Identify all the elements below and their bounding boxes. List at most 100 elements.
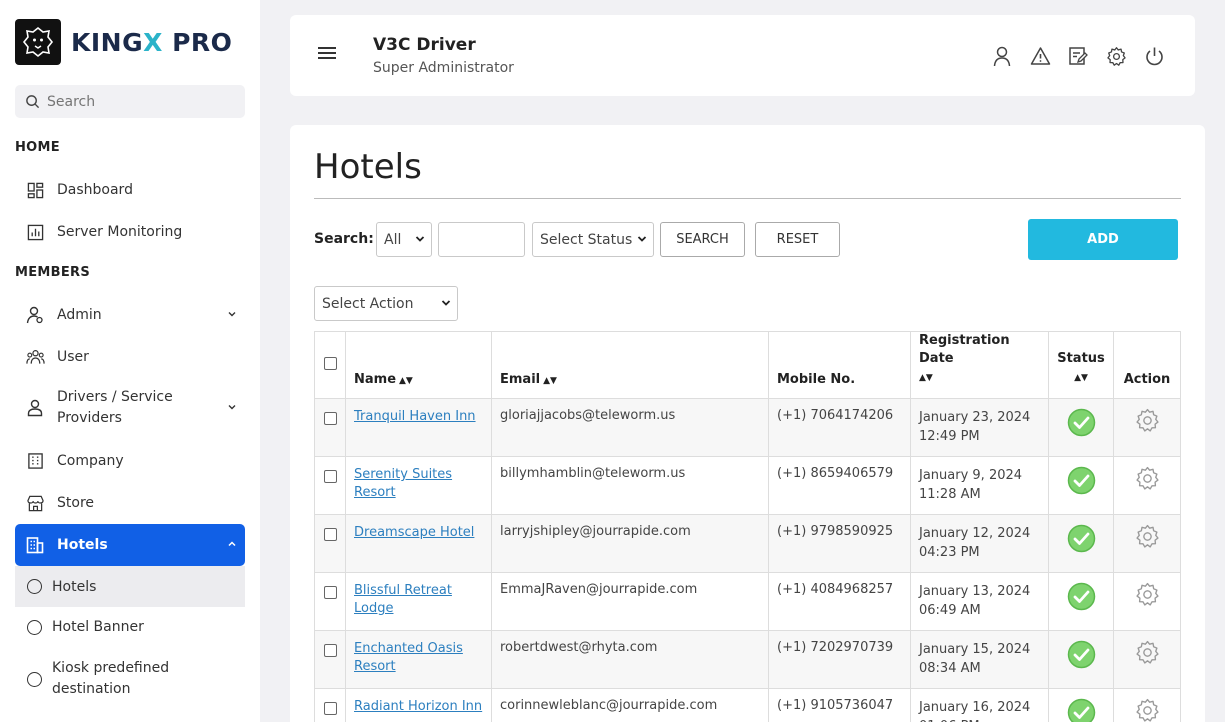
status-cell (1048, 572, 1114, 631)
sidebar-search[interactable] (15, 85, 245, 118)
select-all-cell (314, 331, 346, 399)
row-checkbox[interactable] (323, 586, 337, 599)
table-header-row: Name ▲▼ Email ▲▼ Mobile No. Registration D… (314, 331, 1181, 399)
hotel-name-link[interactable]: Tranquil Haven Inn (354, 409, 476, 424)
store-icon (25, 493, 45, 513)
reg-time: 08:34 AM (919, 661, 981, 676)
row-select-cell (314, 688, 346, 722)
sidebar-item-dashboard[interactable]: Dashboard (15, 175, 245, 205)
divider (314, 198, 1181, 199)
status-active-icon[interactable] (1067, 640, 1096, 669)
driver-user-icon (25, 398, 45, 418)
sort-icon: ▲▼ (919, 373, 933, 383)
gear-icon[interactable] (1135, 408, 1160, 433)
dashboard-icon (25, 180, 45, 200)
chevron-down-icon (441, 296, 451, 312)
email-cell: robertdwest@rhyta.com (491, 630, 769, 689)
sort-icon: ▲▼ (543, 376, 557, 386)
reset-button[interactable]: RESET (755, 222, 840, 257)
building-icon (25, 451, 45, 471)
row-checkbox[interactable] (323, 702, 337, 715)
power-icon[interactable] (1143, 45, 1165, 67)
sidebar-item-company[interactable]: Company (15, 446, 245, 476)
row-select-cell (314, 398, 346, 457)
col-label: Action (1123, 372, 1171, 387)
gear-icon[interactable] (1135, 582, 1160, 607)
search-field-select[interactable]: All (376, 222, 432, 257)
sidebar-item-label: Store (57, 495, 95, 511)
sidebar-item-server-monitoring[interactable]: Server Monitoring (15, 217, 245, 247)
sidebar-item-drivers[interactable]: Drivers / Service Providers (15, 384, 245, 432)
menu-icon[interactable] (318, 47, 336, 62)
mobile-cell: (+1) 8659406579 (768, 456, 911, 515)
sidebar-item-admin[interactable]: Admin (15, 300, 245, 330)
edit-note-icon[interactable] (1067, 45, 1089, 67)
bulk-action-select[interactable]: Select Action (314, 286, 458, 321)
status-active-icon[interactable] (1067, 582, 1096, 611)
email-cell: corinnewleblanc@jourrapide.com (491, 688, 769, 722)
select-all-checkbox[interactable] (323, 356, 337, 370)
action-cell (1113, 688, 1181, 722)
status-cell (1048, 514, 1114, 573)
sidebar-item-hotels[interactable]: Hotels (15, 524, 245, 566)
sidebar-item-label: Drivers / Service Providers (57, 389, 173, 426)
select-value: Select Status (540, 231, 633, 248)
profile-icon[interactable] (991, 45, 1013, 67)
name-cell: Enchanted Oasis Resort (345, 630, 492, 689)
col-registration-date[interactable]: Registration Date ▲▼ (910, 331, 1049, 399)
header-actions (975, 45, 1165, 67)
chevron-down-icon (415, 232, 425, 248)
email-cell: larryjshipley@jourrapide.com (491, 514, 769, 573)
row-checkbox[interactable] (323, 470, 337, 483)
chevron-down-icon (637, 232, 647, 248)
section-members: MEMBERS (15, 265, 91, 280)
sidebar-item-label: User (57, 349, 89, 365)
registration-date-cell: January 13, 2024 06:49 AM (910, 572, 1049, 631)
hotel-name-link[interactable]: Dreamscape Hotel (354, 525, 474, 540)
row-checkbox[interactable] (323, 528, 337, 541)
search-text-input[interactable] (438, 222, 525, 257)
col-status[interactable]: Status ▲▼ (1048, 331, 1114, 399)
warning-icon[interactable] (1029, 45, 1051, 67)
reg-time: 04:23 PM (919, 545, 980, 560)
sidebar-item-store[interactable]: Store (15, 488, 245, 518)
hotel-name-link[interactable]: Blissful Retreat Lodge (354, 583, 452, 616)
sidebar-subitem-hotel-banner[interactable]: Hotel Banner (15, 612, 245, 642)
name-cell: Dreamscape Hotel (345, 514, 492, 573)
gear-icon[interactable] (1135, 466, 1160, 491)
row-checkbox[interactable] (323, 412, 337, 425)
settings-icon[interactable] (1105, 45, 1127, 67)
brand[interactable]: KINGX PRO (15, 19, 232, 65)
hotel-name-link[interactable]: Enchanted Oasis Resort (354, 641, 463, 674)
status-select[interactable]: Select Status (532, 222, 654, 257)
page-title: Hotels (314, 147, 422, 187)
mobile-cell: (+1) 7202970739 (768, 630, 911, 689)
sidebar-subitem-label: Hotel Banner (52, 619, 144, 635)
sidebar-item-label: Dashboard (57, 182, 133, 198)
gear-icon[interactable] (1135, 640, 1160, 665)
action-cell (1113, 456, 1181, 515)
status-active-icon[interactable] (1067, 466, 1096, 495)
gear-icon[interactable] (1135, 524, 1160, 549)
sidebar-subitem-hotels[interactable]: Hotels (15, 566, 245, 607)
registration-date-cell: January 15, 2024 08:34 AM (910, 630, 1049, 689)
add-button[interactable]: ADD (1028, 219, 1178, 260)
sidebar-search-input[interactable] (47, 93, 237, 110)
col-email[interactable]: Email ▲▼ (491, 331, 769, 399)
email-cell: EmmaJRaven@jourrapide.com (491, 572, 769, 631)
registration-date-cell: January 16, 202401:06 PM (910, 688, 1049, 722)
col-label: Registration Date (919, 333, 1010, 366)
sidebar-item-user[interactable]: User (15, 342, 245, 372)
status-active-icon[interactable] (1067, 408, 1096, 437)
gear-icon[interactable] (1135, 698, 1160, 722)
hotel-name-link[interactable]: Serenity Suites Resort (354, 467, 452, 500)
col-name[interactable]: Name ▲▼ (345, 331, 492, 399)
search-button[interactable]: SEARCH (660, 222, 745, 257)
row-checkbox[interactable] (323, 644, 337, 657)
status-active-icon[interactable] (1067, 524, 1096, 553)
table-row: Tranquil Haven Inn gloriajjacobs@telewor… (314, 398, 1181, 457)
hotel-name-link[interactable]: Radiant Horizon Inn (354, 699, 482, 714)
status-active-icon[interactable] (1067, 698, 1096, 722)
circle-icon (27, 671, 42, 687)
sidebar-subitem-kiosk[interactable]: Kiosk predefined destination (15, 656, 245, 702)
